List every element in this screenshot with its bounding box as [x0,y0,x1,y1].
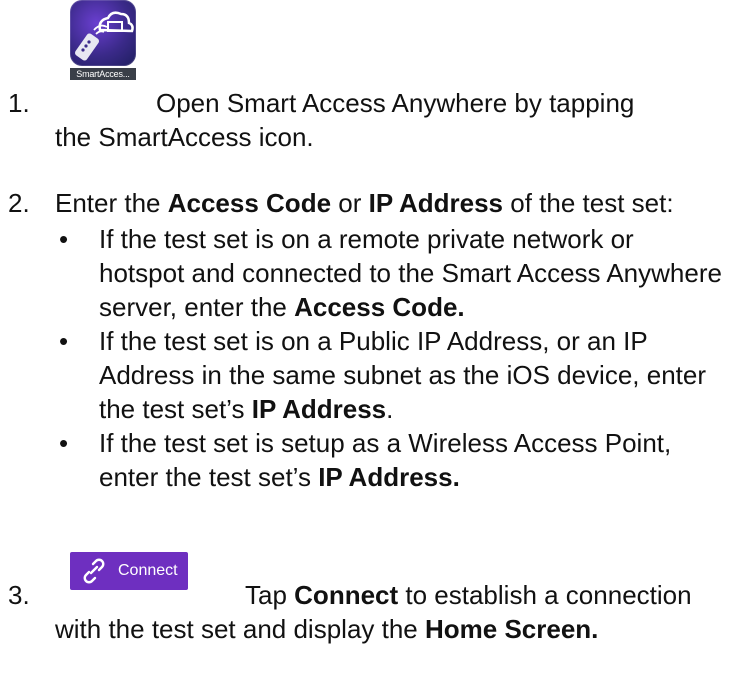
step-3-bold-home-screen: Home Screen. [425,614,599,644]
step-3-text-pre: Tap [245,580,295,610]
bullet-bold: IP Address. [318,462,460,492]
step-2-intro: Enter the Access Code or IP Address of t… [55,186,729,220]
bullet-text: If the test set is on a Public IP Addres… [99,326,707,424]
step-3: 3. Connect Tap Connect to establish a co… [8,552,729,692]
step-number: 3. [8,580,30,610]
step-3-bold-connect: Connect [294,580,399,610]
smartaccess-app-icon[interactable]: SmartAcces... [70,0,136,84]
bullet-dot: • [59,224,69,254]
step-3-text: Tap Connect to establish a connection wi… [55,578,725,646]
bullet-tail: . [386,394,394,424]
step-2: 2. Enter the Access Code or IP Address o… [8,186,729,496]
intro-bold-access-code: Access Code [167,188,332,218]
list-item: • If the test set is setup as a Wireless… [55,426,725,494]
intro-text: of the test set: [503,188,674,218]
bullet-dot: • [59,428,69,458]
smartaccess-icon-tile [70,0,136,66]
step-1-line-2: the SmartAccess icon. [55,122,314,152]
step-number: 2. [8,188,30,218]
intro-text: Enter the [55,188,168,218]
step-2-bullet-list: • If the test set is on a remote private… [55,222,725,494]
step-1-line-1: Open Smart Access Anywhere by tapping [156,88,635,118]
bullet-dot: • [59,326,69,356]
app-icon-caption: SmartAcces... [70,68,136,80]
step-number: 1. [8,88,30,118]
bullet-bold: IP Address [251,394,387,424]
list-item: • If the test set is on a Public IP Addr… [55,324,725,426]
remote-cloud-icon [74,11,134,61]
intro-text: or [331,188,369,218]
step-1: 1. SmartAcces... Open Smart Access Anywh… [8,0,729,152]
list-item: • If the test set is on a remote private… [55,222,725,324]
bullet-bold: Access Code. [294,292,465,322]
intro-bold-ip-address: IP Address [368,188,504,218]
